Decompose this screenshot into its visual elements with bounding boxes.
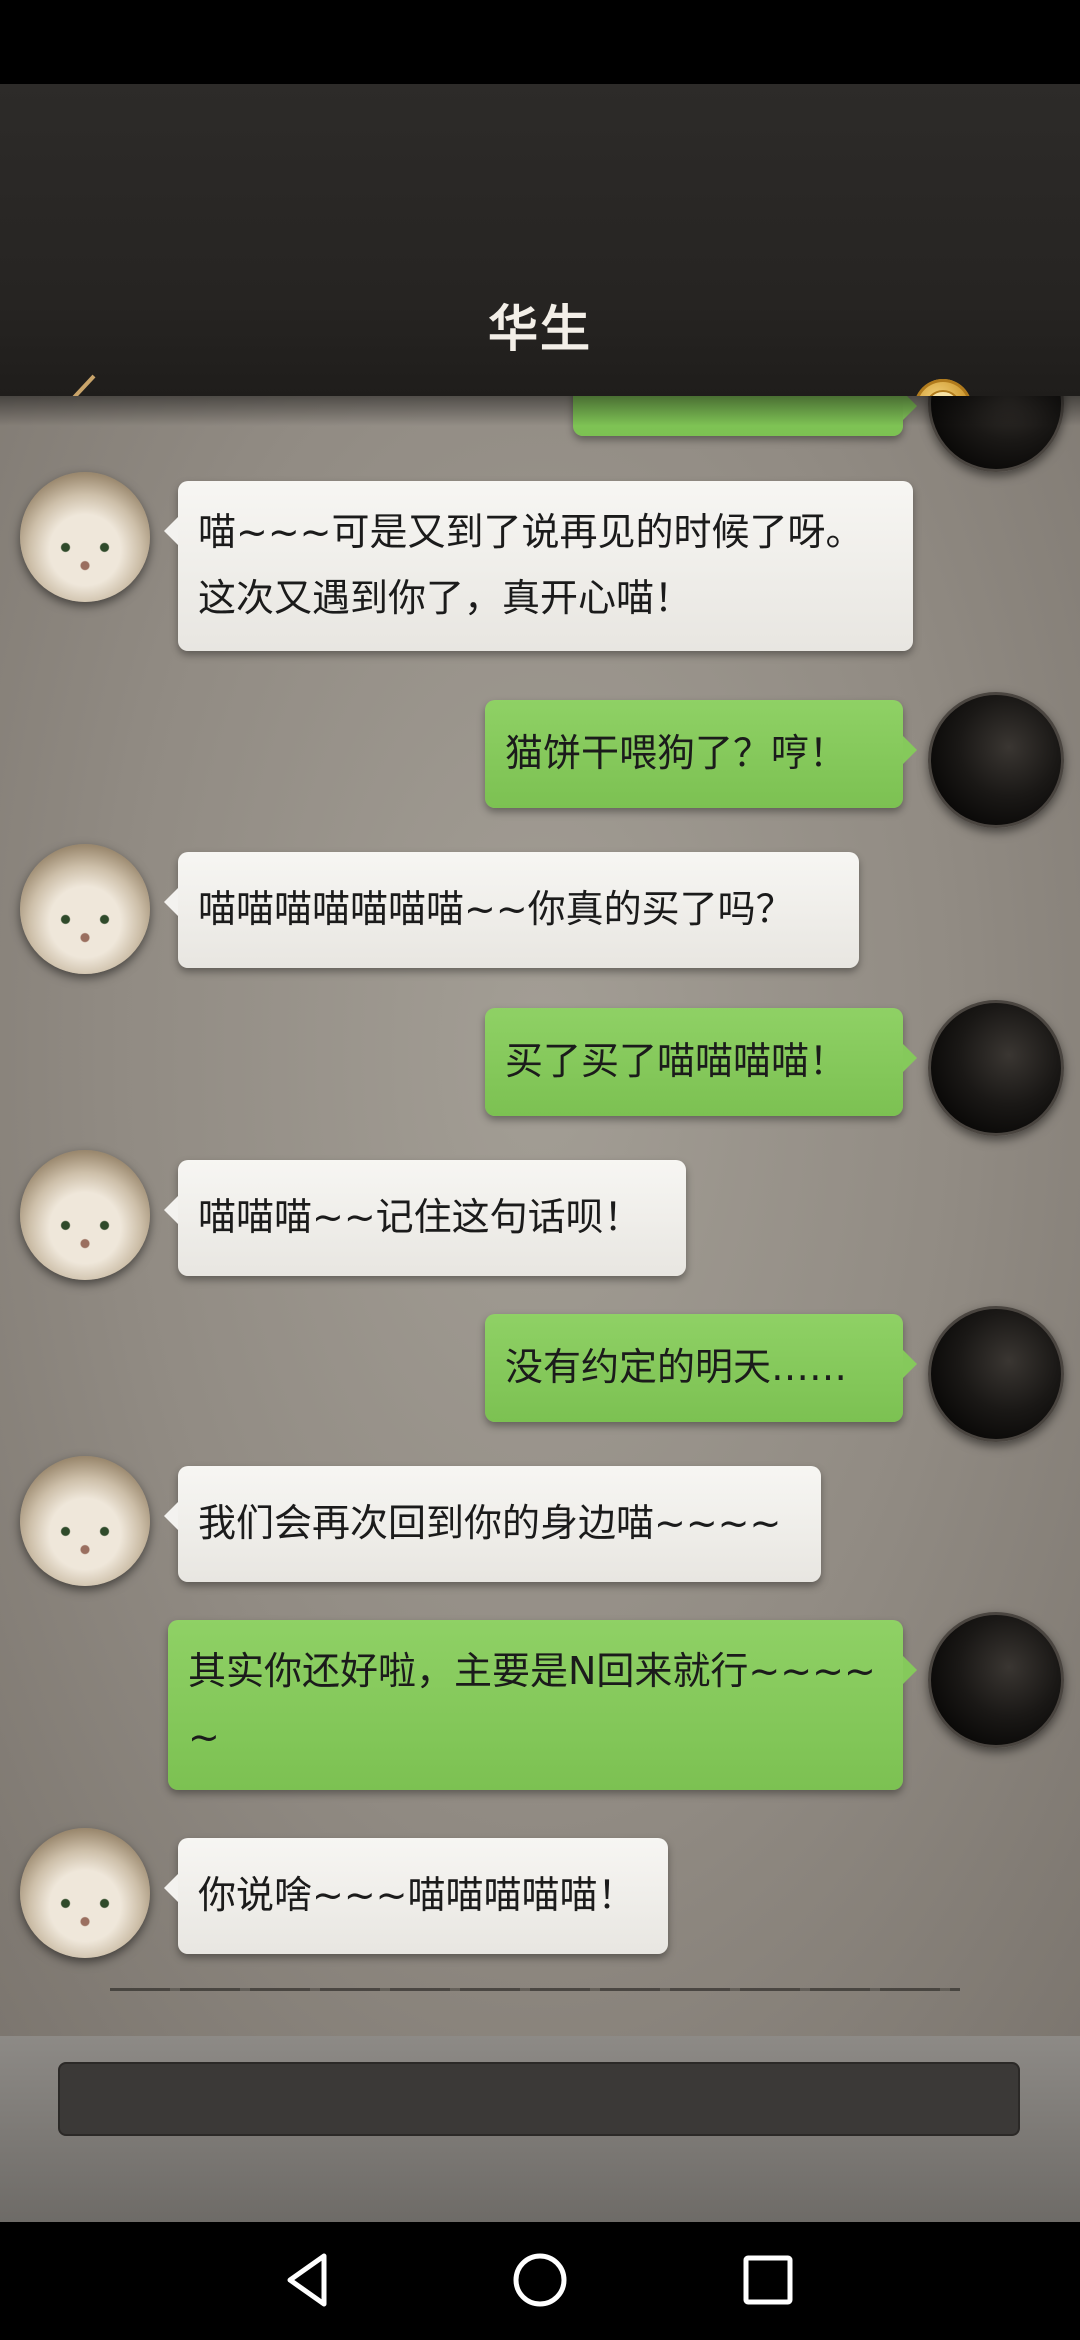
chat-header: 华生 [0,84,1080,438]
my-avatar[interactable] [928,692,1064,828]
cat-avatar[interactable] [20,844,150,974]
cat-avatar[interactable] [20,472,150,602]
message-bubble: 喵~~~可是又到了说再见的时候了呀。这次又遇到你了，真开心喵！ [164,481,913,651]
square-recents-icon [743,2255,793,2305]
cat-avatar[interactable] [20,1828,150,1958]
nav-back-button[interactable] [268,2240,348,2320]
system-nav-bar [0,2222,1080,2340]
message-bubble: 我们会再次回到你的身边喵~~~~ [164,1466,821,1582]
message-bubble: 猫饼干喂狗了？哼！ [485,700,917,808]
my-avatar[interactable] [928,1612,1064,1748]
message-bubble: 喵喵喵喵喵喵喵~~你真的买了吗？ [164,852,859,968]
divider [110,1988,960,1991]
message-bubble: 买了买了喵喵喵喵！ [485,1008,917,1116]
my-avatar[interactable] [928,1000,1064,1136]
chat-area[interactable]: 喵~~~可是又到了说再见的时候了呀。这次又遇到你了，真开心喵！ 猫饼干喂狗了？哼… [0,396,1080,2036]
input-bar [0,2036,1080,2222]
message-bubble: 没有约定的明天…… [485,1314,917,1422]
nav-home-button[interactable] [500,2240,580,2320]
message-bubble: 喵喵喵~~记住这句话呗！ [164,1160,686,1276]
status-bar [0,0,1080,84]
circle-home-icon [513,2253,567,2307]
message-bubble: 其实你还好啦，主要是N回来就行~~~~~ [168,1620,917,1790]
cat-avatar[interactable] [20,1150,150,1280]
message-input[interactable] [58,2062,1020,2136]
message-bubble: 你说啥~~~喵喵喵喵喵！ [164,1838,668,1954]
page-title: 华生 [488,299,592,358]
cat-avatar[interactable] [20,1456,150,1586]
header-shadow [0,396,1080,426]
triangle-back-icon [287,2253,327,2307]
nav-recents-button[interactable] [728,2240,808,2320]
my-avatar[interactable] [928,1306,1064,1442]
